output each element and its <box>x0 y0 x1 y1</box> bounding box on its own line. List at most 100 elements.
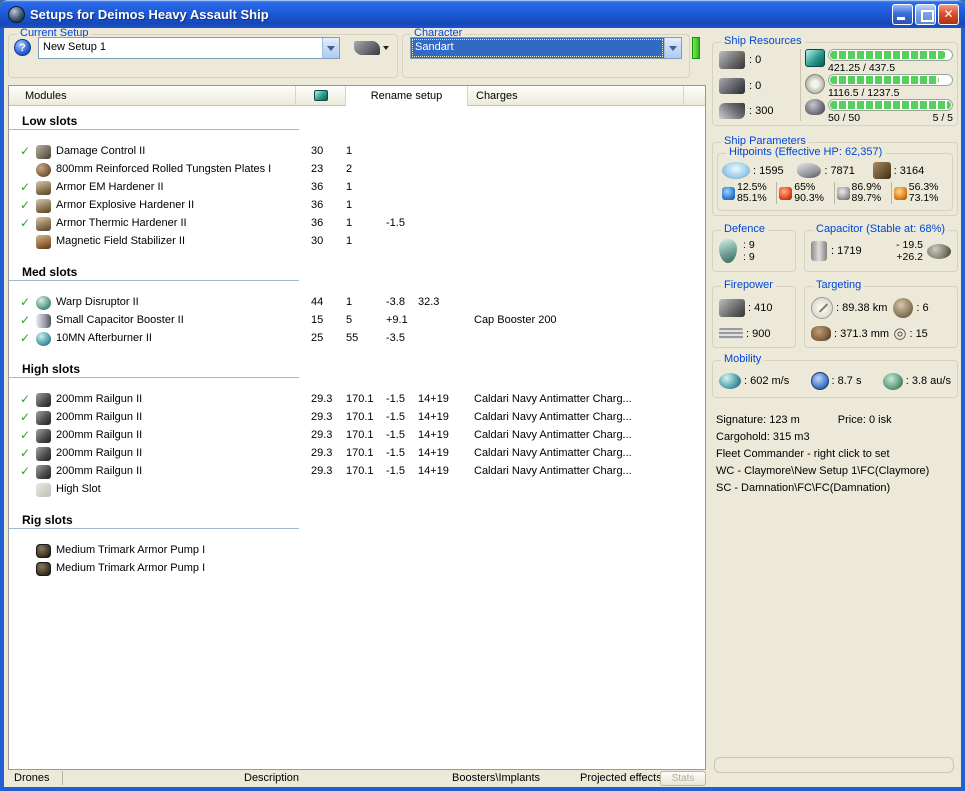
rig-icon <box>36 544 51 558</box>
module-row[interactable]: ✓ 10MN Afterburner II 25 55 -3.5 <box>9 331 705 349</box>
module-row[interactable]: ✓ Armor Thermic Hardener II 36 1 -1.5 <box>9 216 705 234</box>
ship-menu-button[interactable] <box>348 36 394 60</box>
damage-value: 14+19 <box>418 411 449 423</box>
chevron-down-icon[interactable] <box>322 38 339 58</box>
module-row[interactable]: ✓ 200mm Railgun II 29.3 170.1 -1.5 14+19 Calda… <box>9 428 705 446</box>
maximize-button[interactable] <box>915 3 936 25</box>
app-icon <box>8 5 25 23</box>
chevron-down-icon[interactable] <box>664 38 681 58</box>
bonus-value: -3.5 <box>386 332 405 344</box>
module-row[interactable]: ✓ Armor Explosive Hardener II 36 1 <box>9 198 705 216</box>
defence-shield-icon <box>719 239 737 263</box>
setup-combobox[interactable]: New Setup 1 <box>38 37 340 59</box>
module-name: 200mm Railgun II <box>56 429 143 441</box>
charge-name: Cap Booster 200 <box>474 314 557 326</box>
module-row[interactable]: ✓ 200mm Railgun II 29.3 170.1 -1.5 14+19 Calda… <box>9 446 705 464</box>
column-header-spacer <box>684 86 705 106</box>
pg-value: 170.1 <box>346 393 374 405</box>
module-row[interactable]: ✓ Small Capacitor Booster II 15 5 +9.1 Cap Bo… <box>9 313 705 331</box>
cpu-value: 29.3 <box>311 447 333 459</box>
pg-value: 170.1 <box>346 411 374 423</box>
damage-control-icon <box>36 145 51 159</box>
cpu-value: 29.3 <box>311 429 333 441</box>
module-row[interactable]: Medium Trimark Armor Pump I <box>9 561 705 579</box>
cpu-bar <box>828 49 953 61</box>
bonus-value: -1.5 <box>386 217 405 229</box>
turret-hardpoints: : 0 <box>749 54 762 66</box>
slot-group: Med slots ✓ Warp Disruptor II 44 1 -3.8 32.3 ✓ S… <box>9 265 705 349</box>
stats-button[interactable]: Stats <box>660 771 706 786</box>
character-combobox[interactable]: Sandart <box>410 37 682 59</box>
help-icon[interactable]: ? <box>14 39 31 56</box>
bonus-value: +9.1 <box>386 314 408 326</box>
module-row[interactable]: ✓ 200mm Railgun II 29.3 170.1 -1.5 14+19 Calda… <box>9 410 705 428</box>
tab-description[interactable]: Description <box>244 772 299 784</box>
close-button[interactable]: ✕ <box>938 3 959 25</box>
empty-highslot-icon <box>36 483 51 497</box>
module-row[interactable]: ✓ 200mm Railgun II 29.3 170.1 -1.5 14+19 Calda… <box>9 464 705 482</box>
cpu-value: 29.3 <box>311 411 333 423</box>
resist-cell: 65% 90.3% <box>776 182 833 204</box>
module-name: Damage Control II <box>56 145 146 157</box>
ship-icon <box>353 41 380 55</box>
charge-name: Caldari Navy Antimatter Charg... <box>474 447 632 459</box>
launcher-hardpoint-icon <box>719 78 745 94</box>
fitted-check-icon: ✓ <box>20 392 31 406</box>
bonus-value: -1.5 <box>386 429 405 441</box>
resist-row: 12.5% 85.1% 65% 90.3% 86.9% 89.7% 56.3% 73.1% <box>722 182 948 204</box>
module-row[interactable]: ✓ Damage Control II 30 1 <box>9 144 705 162</box>
scan-resolution: : 371.3 mm <box>834 327 890 340</box>
tab-projected-effects[interactable]: Projected effects <box>580 772 662 784</box>
pg-value: 55 <box>346 332 359 344</box>
capacitor-shell-icon <box>927 243 951 259</box>
charge-name: Caldari Navy Antimatter Charg... <box>474 393 632 405</box>
damage-value: 14+19 <box>418 429 449 441</box>
mag-stab-icon <box>36 235 51 249</box>
module-row[interactable]: Medium Trimark Armor Pump I <box>9 543 705 561</box>
tab-drones[interactable]: Drones <box>14 772 49 784</box>
tab-boosters-implants[interactable]: Boosters\Implants <box>452 772 540 784</box>
armor-hardener-icon <box>36 199 51 213</box>
column-header-modules[interactable]: Modules <box>9 86 296 106</box>
hitpoints-group: Hitpoints (Effective HP: 62,357) : 1595 … <box>717 146 953 211</box>
charge-name: Caldari Navy Antimatter Charg... <box>474 411 632 423</box>
structure-hp: : 3164 <box>893 164 925 177</box>
module-row[interactable]: Magnetic Field Stabilizer II 30 1 <box>9 234 705 252</box>
module-row[interactable]: ✓ Warp Disruptor II 44 1 -3.8 32.3 <box>9 295 705 313</box>
module-name: Armor EM Hardener II <box>56 181 164 193</box>
minimize-button[interactable] <box>892 3 913 25</box>
bonus-value: -1.5 <box>386 447 405 459</box>
title-bar[interactable]: Setups for Deimos Heavy Assault Ship ✕ <box>0 0 965 28</box>
pg-value: 1 <box>346 145 353 157</box>
mobility-label: Mobility <box>721 353 765 365</box>
turret-hardpoint-icon <box>719 51 745 69</box>
cpu-value: 30 <box>311 145 324 157</box>
slot-group: High slots ✓ 200mm Railgun II 29.3 170.1 -1.5… <box>9 362 705 500</box>
module-row[interactable]: ✓ 200mm Railgun II 29.3 170.1 -1.5 14+19 Calda… <box>9 392 705 410</box>
module-row[interactable]: High Slot <box>9 482 705 500</box>
powergrid-bar <box>828 74 953 86</box>
pg-value: 1 <box>346 296 353 308</box>
shield-hp-icon <box>722 162 750 179</box>
fleet-commander-hint[interactable]: Fleet Commander - right click to set <box>716 446 960 463</box>
module-name: 200mm Railgun II <box>56 393 143 405</box>
client-area: Current Setup ? New Setup 1 Character Sa… <box>4 28 961 787</box>
slot-list: Low slots ✓ Damage Control II 30 1 800mm Rein… <box>9 106 705 579</box>
fitted-check-icon: ✓ <box>20 198 31 212</box>
defence-value-2: : 9 <box>743 251 755 263</box>
module-list[interactable]: Modules Rename setup Charges Low slots ✓ D… <box>8 85 706 770</box>
capacitor-group: Capacitor (Stable at: 68%) : 1719 - 19.5… <box>804 223 958 272</box>
column-header-charges[interactable]: Charges <box>468 86 684 106</box>
cap-booster-icon <box>36 314 51 328</box>
damage-value: 32.3 <box>418 296 440 308</box>
column-header-cpu[interactable] <box>296 86 346 106</box>
module-row[interactable]: ✓ Armor EM Hardener II 36 1 <box>9 180 705 198</box>
scan-resolution-icon <box>811 326 831 342</box>
rename-setup-tab[interactable]: Rename setup <box>346 86 468 106</box>
powergrid-icon <box>805 74 825 94</box>
drone-bandwidth: 50 / 50 <box>828 112 861 124</box>
module-row[interactable]: 800mm Reinforced Rolled Tungsten Plates … <box>9 162 705 180</box>
fitted-check-icon: ✓ <box>20 331 31 345</box>
rig-icon <box>36 562 51 576</box>
targeting-label: Targeting <box>813 279 865 291</box>
